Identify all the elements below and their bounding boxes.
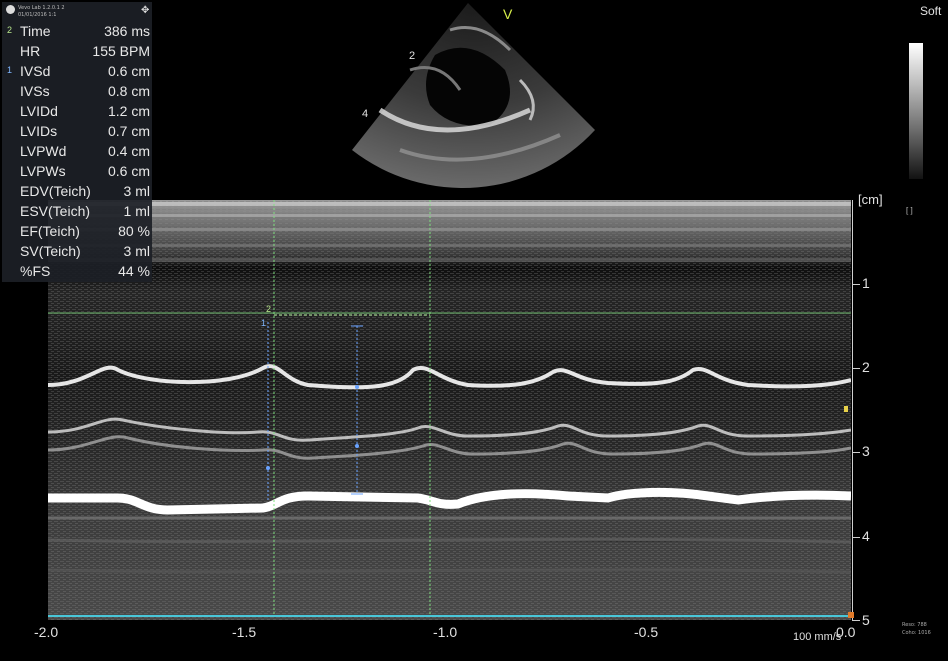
measurement-row[interactable]: SV(Teich) 3 ml	[2, 241, 152, 261]
sector-marker-4: 4	[362, 108, 369, 120]
measurement-value: 44 %	[118, 263, 150, 279]
measurement-value: 80 %	[118, 223, 150, 239]
measurement-label: EDV(Teich)	[20, 183, 91, 199]
measurement-value: 1.2 cm	[107, 103, 150, 119]
grayscale-bar	[909, 43, 923, 179]
measurement-value: 0.4 cm	[107, 143, 150, 159]
measurement-row[interactable]: LVIDd 1.2 cm	[2, 101, 152, 121]
measurement-label: IVSs	[20, 83, 50, 99]
measurement-row[interactable]: %FS 44 %	[2, 261, 152, 281]
measurement-row[interactable]: ESV(Teich) 1 ml	[2, 201, 152, 221]
measurement-label: ESV(Teich)	[20, 203, 91, 219]
time-label: -1.0	[433, 624, 458, 640]
measurement-label: IVSd	[20, 63, 51, 79]
measurement-row[interactable]: LVPWs 0.6 cm	[2, 161, 152, 181]
measurement-value: 1 ml	[123, 203, 150, 219]
depth-label: 2	[862, 359, 870, 375]
logo-icon	[6, 5, 15, 14]
grayscale-bar-bracket: [ ]	[906, 206, 913, 215]
measurement-label: Time	[20, 23, 51, 39]
panel-header-line2: 01/01/2016 1:1	[18, 12, 57, 18]
measurement-label: %FS	[20, 263, 51, 279]
measurement-row[interactable]: LVIDs 0.7 cm	[2, 121, 152, 141]
measurement-label: LVIDd	[20, 103, 58, 119]
measurement-value: 155 BPM	[92, 43, 150, 59]
time-label: -1.5	[232, 624, 257, 640]
depth-tick	[852, 452, 860, 453]
svg-text:1: 1	[261, 318, 266, 328]
info-line-1: Reso: 788	[902, 622, 927, 628]
move-icon[interactable]: ✥	[141, 6, 149, 16]
measurement-value: 3 ml	[123, 243, 150, 259]
sector-image	[352, 3, 595, 189]
measurement-row[interactable]: EF(Teich) 80 %	[2, 221, 152, 241]
measurement-label: LVPWd	[20, 143, 67, 159]
measurement-value: 386 ms	[104, 23, 150, 39]
measurement-label: LVPWs	[20, 163, 66, 179]
measurement-value: 0.6 cm	[107, 163, 150, 179]
depth-label: 5	[862, 612, 870, 628]
m-mode-image: 2 1	[48, 200, 851, 620]
baseline-marker	[848, 612, 854, 618]
measurement-label: EF(Teich)	[20, 223, 80, 239]
depth-tick	[852, 537, 860, 538]
measurement-value: 0.8 cm	[107, 83, 150, 99]
measurement-label: LVIDs	[20, 123, 58, 139]
time-label: -2.0	[34, 624, 59, 640]
time-label: -0.5	[634, 624, 659, 640]
svg-text:2: 2	[266, 304, 271, 314]
depth-tick	[852, 368, 860, 369]
measurement-value: 3 ml	[123, 183, 150, 199]
ultrasound-screen: V 2 4 Soft [ ] 2 1 [cm] 1 2 3 4 5 -2.0 -…	[0, 0, 948, 661]
depth-tick	[852, 284, 860, 285]
sector-marker-2: 2	[409, 50, 416, 62]
depth-unit-label: [cm]	[858, 192, 883, 207]
measurement-row[interactable]: 1 IVSd 0.6 cm	[2, 61, 152, 81]
measurement-label: SV(Teich)	[20, 243, 81, 259]
panel-header-line1: Vevo Lab 1.2.0.1 2	[18, 5, 65, 11]
depth-label: 3	[862, 443, 870, 459]
measurement-value: 0.7 cm	[107, 123, 150, 139]
measurement-row[interactable]: LVPWd 0.4 cm	[2, 141, 152, 161]
measurement-index: 2	[7, 25, 13, 35]
sweep-speed-label: 100 mm/s	[793, 631, 842, 643]
info-line-2: Coho: 1016	[902, 630, 931, 636]
measurement-value: 0.6 cm	[107, 63, 150, 79]
measurement-index: 1	[7, 65, 13, 75]
measurement-row[interactable]: 2 Time 386 ms	[2, 21, 152, 41]
soft-preset-label: Soft	[920, 4, 942, 18]
measurement-row[interactable]: HR 155 BPM	[2, 41, 152, 61]
view-label: V	[503, 6, 513, 22]
depth-label: 4	[862, 528, 870, 544]
depth-label: 1	[862, 275, 870, 291]
measurement-label: HR	[20, 43, 41, 59]
measurement-panel[interactable]: Vevo Lab 1.2.0.1 2 01/01/2016 1:1 ✥ 2 Tim…	[2, 2, 152, 282]
measurement-row[interactable]: IVSs 0.8 cm	[2, 81, 152, 101]
panel-header: Vevo Lab 1.2.0.1 2 01/01/2016 1:1 ✥	[2, 2, 152, 22]
measurement-row[interactable]: EDV(Teich) 3 ml	[2, 181, 152, 201]
depth-axis	[852, 200, 853, 620]
depth-tick	[852, 620, 860, 621]
focus-marker	[844, 406, 848, 412]
